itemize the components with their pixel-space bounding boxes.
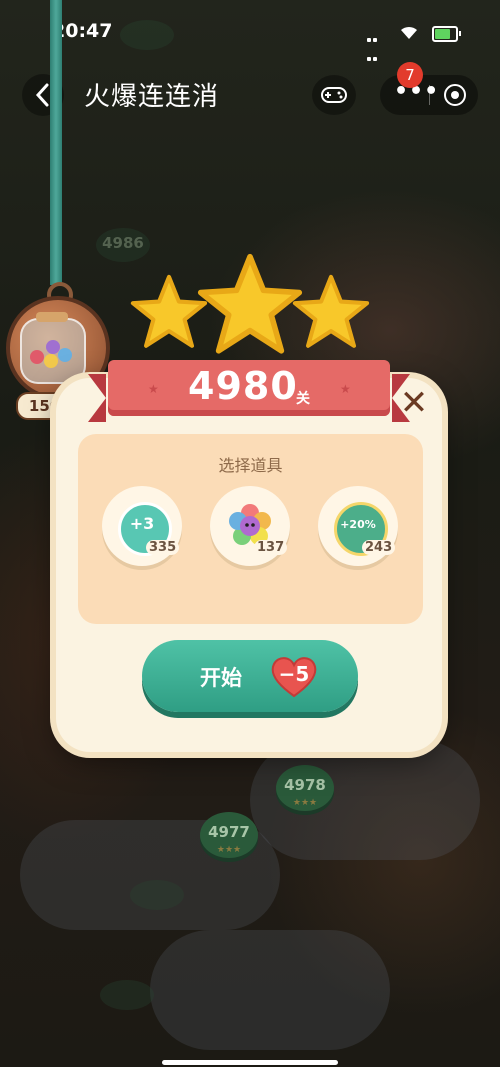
capsule-divider <box>429 85 430 105</box>
item-glyph: +20% <box>340 518 376 531</box>
ribbon-star-icon: ★ <box>340 382 351 396</box>
mini-program-capsule: ••• <box>380 75 478 115</box>
notification-badge: 7 <box>397 62 423 88</box>
item-count: 137 <box>254 540 288 555</box>
gamepad-icon <box>321 87 347 103</box>
star-icon <box>292 274 370 348</box>
item-rainbow[interactable]: 137 <box>210 486 290 566</box>
map-road <box>150 930 390 1050</box>
level-number: 4980 <box>188 364 298 408</box>
start-label: 开始 <box>200 666 242 690</box>
select-items-label: 选择道具 <box>218 456 283 475</box>
map-level-number: 4977 <box>208 823 250 841</box>
ribbon-star-icon: ★ <box>148 382 159 396</box>
level-unit: 关 <box>296 391 310 407</box>
map-level-node <box>130 880 184 910</box>
item-add-time[interactable]: +3 335 <box>102 486 182 566</box>
item-count: 243 <box>362 540 396 555</box>
battery-icon <box>432 26 461 42</box>
map-level-node[interactable]: 4977 ★★★ <box>200 812 258 858</box>
map-level-number: 4978 <box>284 776 326 794</box>
level-stars: ★★★ <box>292 798 318 808</box>
status-bar: 20:47 <box>0 0 500 61</box>
home-indicator <box>162 1060 338 1065</box>
item-count: 335 <box>146 540 180 555</box>
item-boost[interactable]: +20% 243 <box>318 486 398 566</box>
wifi-icon <box>399 24 419 44</box>
page-title: 火爆连连消 <box>84 82 220 112</box>
map-level-node[interactable]: 4978 ★★★ <box>276 765 334 811</box>
level-stars: ★★★ <box>216 845 242 855</box>
item-glyph: +3 <box>129 514 155 533</box>
heart-cost: −5 <box>278 662 310 686</box>
medal-rope <box>50 0 62 285</box>
map-level-node <box>100 980 154 1010</box>
close-mini-program-button[interactable] <box>444 84 466 106</box>
cellular-signal-icon <box>366 28 378 66</box>
start-button[interactable]: 开始 <box>142 640 358 712</box>
candy-jar-icon <box>20 312 86 384</box>
gamepad-button[interactable] <box>312 75 356 115</box>
map-level-node: 4986 <box>96 228 150 262</box>
heart-cost-icon: −5 <box>270 654 318 698</box>
